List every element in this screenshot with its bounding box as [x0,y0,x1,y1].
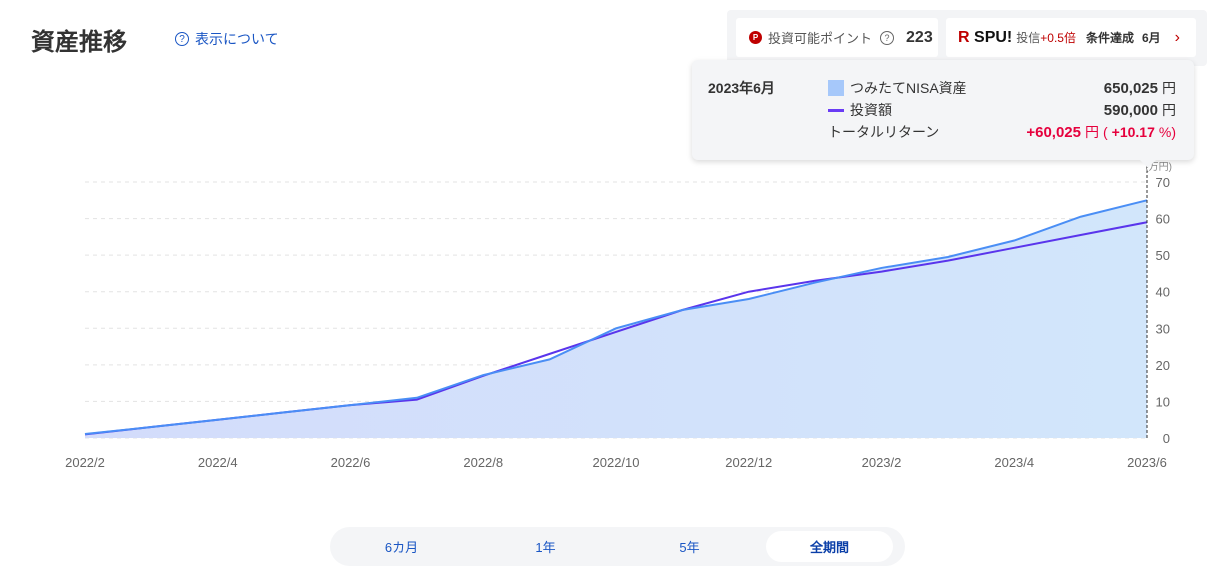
x-tick-label: 2022/8 [463,455,503,470]
tooltip-investment-row: 投資額 590,000 円 [828,100,1176,120]
y-tick-label: 40 [1156,285,1170,300]
x-tick-label: 2023/4 [994,455,1034,470]
x-tick-label: 2022/10 [593,455,640,470]
chart-tooltip: 2023年6月 つみたてNISA資産 650,025 円 投資額 590,000 円… [692,60,1194,168]
x-tick-label: 2022/12 [725,455,772,470]
asset-value: 650,025 [1103,79,1158,97]
return-pct: +10.17 [1111,124,1155,140]
period-tabs: 6カ月 1年 5年 全期間 [330,527,905,566]
return-label: トータルリターン [828,124,940,140]
currency-unit: 円 [1084,124,1099,140]
investment-value: 590,000 [1103,101,1158,119]
y-tick-label: 10 [1156,394,1170,409]
tooltip-return-row: トータルリターン +60,025 円 ( +10.17 % ) [828,122,1176,142]
tooltip-asset-row: つみたてNISA資産 650,025 円 [828,78,1176,98]
y-tick-label: 30 [1156,321,1170,336]
tab-6-months[interactable]: 6カ月 [338,531,465,562]
tooltip-date: 2023年6月 [708,80,775,96]
y-tick-label: 60 [1156,212,1170,227]
tab-1-year[interactable]: 1年 [482,531,609,562]
tab-5-years[interactable]: 5年 [626,531,753,562]
x-tick-label: 2022/2 [65,455,105,470]
y-tick-label: 20 [1156,358,1170,373]
currency-unit: 円 [1162,102,1176,118]
x-tick-label: 2023/2 [862,455,902,470]
asset-label: つみたてNISA資産 [850,80,967,96]
paren: ( [1102,124,1108,140]
asset-area [85,200,1147,438]
asset-legend-swatch [828,80,844,96]
x-tick-label: 2022/6 [331,455,371,470]
return-value: +60,025 [1026,123,1081,141]
y-tick-label: 50 [1156,248,1170,263]
x-tick-label: 2023/6 [1127,455,1167,470]
y-tick-label: 70 [1156,175,1170,190]
investment-label: 投資額 [850,102,892,118]
paren: ) [1171,124,1176,140]
investment-legend-line [828,108,844,112]
tab-all-period[interactable]: 全期間 [766,531,893,562]
x-tick-label: 2022/4 [198,455,238,470]
currency-unit: 円 [1162,80,1176,96]
pct-unit: % [1158,124,1172,140]
y-tick-label: 0 [1163,431,1170,446]
